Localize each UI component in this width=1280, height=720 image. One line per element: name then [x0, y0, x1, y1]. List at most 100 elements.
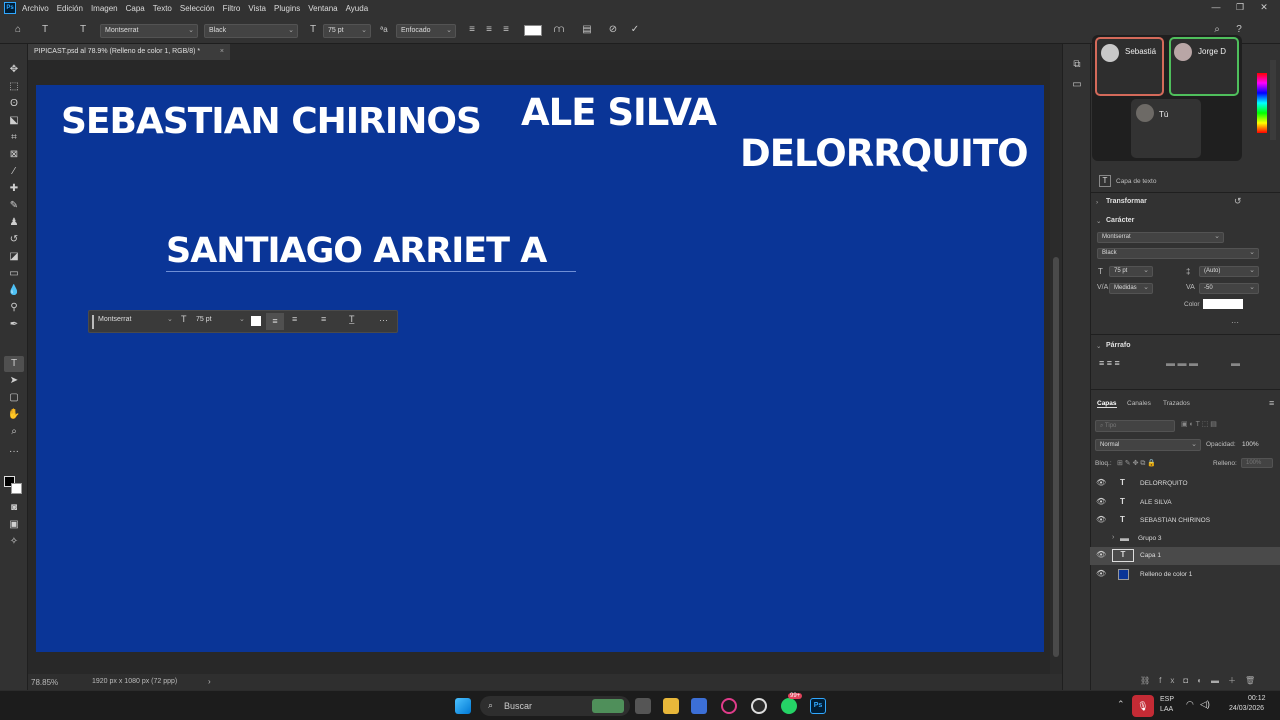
- language-code[interactable]: ESP: [1160, 696, 1174, 703]
- hand-tool-icon[interactable]: ✋: [4, 407, 24, 423]
- layer-row-selected[interactable]: 👁 T Capa 1: [1090, 547, 1280, 565]
- object-selection-tool-icon[interactable]: ⬕: [4, 113, 24, 129]
- font-size-select[interactable]: 75 pt ⌄: [323, 24, 371, 38]
- layers-menu-icon[interactable]: ≡: [1269, 398, 1274, 408]
- visibility-eye-icon[interactable]: 👁: [1096, 550, 1106, 559]
- frame-tool-icon[interactable]: ⊠: [4, 147, 24, 163]
- dodge-tool-icon[interactable]: ⚲: [4, 300, 24, 316]
- transform-chevron-icon[interactable]: ›: [1096, 199, 1098, 206]
- menu-ventana[interactable]: Ventana: [308, 4, 337, 13]
- paragraph-chevron-icon[interactable]: ⌄: [1096, 342, 1101, 350]
- menu-imagen[interactable]: Imagen: [91, 4, 118, 13]
- layer-row[interactable]: 👁 T SEBASTIAN CHIRINOS: [1090, 512, 1280, 530]
- para-justify-icons[interactable]: ▬ ▬ ▬: [1166, 358, 1198, 368]
- expand-chevron-icon[interactable]: ›: [1112, 534, 1114, 541]
- warp-text-icon[interactable]: ⩋: [552, 23, 566, 37]
- font-style-select[interactable]: Black ⌄: [204, 24, 298, 38]
- align-center-icon[interactable]: ≡: [482, 23, 496, 37]
- character-style-select[interactable]: Black ⌄: [1097, 248, 1259, 259]
- character-size-select[interactable]: 75 pt ⌄: [1109, 266, 1153, 277]
- microphone-icon[interactable]: 🎙: [1132, 695, 1154, 717]
- opacity-value[interactable]: 100%: [1242, 441, 1259, 448]
- quick-mask-icon[interactable]: ◙: [4, 500, 24, 516]
- participant-tile-self[interactable]: Tú: [1131, 99, 1201, 158]
- tab-capas[interactable]: Capas: [1097, 400, 1117, 408]
- crop-tool-icon[interactable]: ⌗: [4, 130, 24, 146]
- generative-icon[interactable]: ✧: [4, 534, 24, 550]
- restore-icon[interactable]: ❐: [1228, 0, 1252, 16]
- fill-value[interactable]: 100%: [1241, 458, 1273, 468]
- clock-time[interactable]: 00:12: [1248, 695, 1266, 702]
- layer-row[interactable]: 👁 Relleno de color 1: [1090, 566, 1280, 584]
- menu-filtro[interactable]: Filtro: [223, 4, 241, 13]
- photoshop-taskbar-icon[interactable]: Ps: [810, 698, 826, 714]
- ctx-size-chevron-icon[interactable]: ⌄: [239, 315, 245, 323]
- rectangle-tool-icon[interactable]: ▢: [4, 390, 24, 406]
- blur-tool-icon[interactable]: 💧: [4, 283, 24, 299]
- layer-row[interactable]: 👁 T DELORRQUITO: [1090, 475, 1280, 493]
- character-font-select[interactable]: Montserrat ⌄: [1097, 232, 1224, 243]
- healing-brush-tool-icon[interactable]: ✚: [4, 181, 24, 197]
- participant-tile-2[interactable]: Jorge D: [1169, 37, 1239, 96]
- align-left-icon[interactable]: ≡: [465, 23, 479, 37]
- layer-filter-search[interactable]: ⌕ Tipo: [1095, 420, 1175, 432]
- menu-plugins[interactable]: Plugins: [274, 4, 300, 13]
- history-panel-icon[interactable]: ⧉: [1070, 58, 1084, 72]
- gradient-tool-icon[interactable]: ▭: [4, 266, 24, 282]
- ctx-more-icon[interactable]: ···: [379, 315, 388, 325]
- document-canvas[interactable]: SEBASTIAN CHIRINOS ALE SILVA DELORRQUITO…: [36, 85, 1044, 652]
- ctx-align-right-icon[interactable]: ≡: [321, 314, 326, 324]
- menu-ayuda[interactable]: Ayuda: [346, 4, 369, 13]
- ctx-align-center-icon[interactable]: ≡: [292, 314, 297, 324]
- home-icon[interactable]: ⌂: [10, 23, 26, 37]
- menu-archivo[interactable]: Archivo: [22, 4, 49, 13]
- zoom-tool-icon[interactable]: ⌕: [4, 424, 24, 440]
- file-explorer-icon[interactable]: [663, 698, 679, 714]
- text-ale-silva[interactable]: ALE SILVA: [521, 91, 717, 134]
- vertical-scrollbar[interactable]: [1050, 60, 1062, 674]
- align-right-icon[interactable]: ≡: [499, 23, 513, 37]
- paragraph-section-title[interactable]: Párrafo: [1106, 342, 1131, 349]
- layer-filter-icons[interactable]: ▣ ◐ T ⬚ ▤: [1181, 420, 1217, 428]
- brush-tool-icon[interactable]: ✎: [4, 198, 24, 214]
- keyboard-layout[interactable]: LAA: [1160, 706, 1173, 713]
- visibility-eye-icon[interactable]: 👁: [1096, 515, 1106, 524]
- blend-mode-select[interactable]: Normal ⌄: [1095, 439, 1201, 451]
- visibility-eye-icon[interactable]: 👁: [1096, 569, 1106, 578]
- menu-seleccion[interactable]: Selección: [180, 4, 215, 13]
- marquee-tool-icon[interactable]: ⬚: [4, 79, 24, 95]
- visibility-eye-icon[interactable]: 👁: [1096, 478, 1106, 487]
- text-tool-preset-icon[interactable]: T: [38, 23, 52, 37]
- tab-canales[interactable]: Canales: [1127, 400, 1151, 407]
- transform-section-title[interactable]: Transformar: [1106, 198, 1147, 205]
- clone-stamp-tool-icon[interactable]: ♟: [4, 215, 24, 231]
- menu-capa[interactable]: Capa: [126, 4, 145, 13]
- edit-toolbar-icon[interactable]: ···: [4, 444, 24, 460]
- store-icon[interactable]: [691, 698, 707, 714]
- menu-edicion[interactable]: Edición: [57, 4, 83, 13]
- menu-texto[interactable]: Texto: [153, 4, 172, 13]
- volume-icon[interactable]: ◁): [1200, 699, 1210, 710]
- lasso-tool-icon[interactable]: ʘ: [4, 96, 24, 112]
- ctx-color-swatch[interactable]: [251, 316, 261, 326]
- drag-handle-icon[interactable]: [92, 315, 94, 329]
- background-color-swatch[interactable]: [11, 483, 22, 494]
- layer-row-group[interactable]: › ▬ Grupo 3: [1090, 530, 1280, 548]
- para-justify-all-icon[interactable]: ▬: [1231, 358, 1240, 368]
- whatsapp-icon[interactable]: [781, 698, 797, 714]
- layer-actions-icons[interactable]: ⛓fx◘◐▬＋🗑: [1140, 675, 1264, 686]
- windows-start-icon[interactable]: [455, 698, 471, 714]
- cancel-icon[interactable]: ⊘: [606, 23, 620, 37]
- character-chevron-icon[interactable]: ⌄: [1096, 217, 1101, 225]
- ctx-font-select[interactable]: Montserrat: [98, 316, 131, 323]
- lock-icons[interactable]: ⊞ ✎ ✥ ⧉ 🔒: [1117, 459, 1156, 468]
- reset-transform-icon[interactable]: ↺: [1234, 196, 1242, 207]
- menu-vista[interactable]: Vista: [248, 4, 266, 13]
- participant-tile-1[interactable]: Sebastiá: [1095, 37, 1164, 96]
- close-tab-icon[interactable]: ×: [220, 44, 224, 60]
- antialias-select[interactable]: Enfocado ⌄: [396, 24, 456, 38]
- minimize-icon[interactable]: —: [1204, 0, 1228, 16]
- leading-select[interactable]: (Auto) ⌄: [1199, 266, 1259, 277]
- text-color-swatch[interactable]: [524, 25, 542, 36]
- taskbar-search[interactable]: ⌕ Buscar: [480, 696, 630, 716]
